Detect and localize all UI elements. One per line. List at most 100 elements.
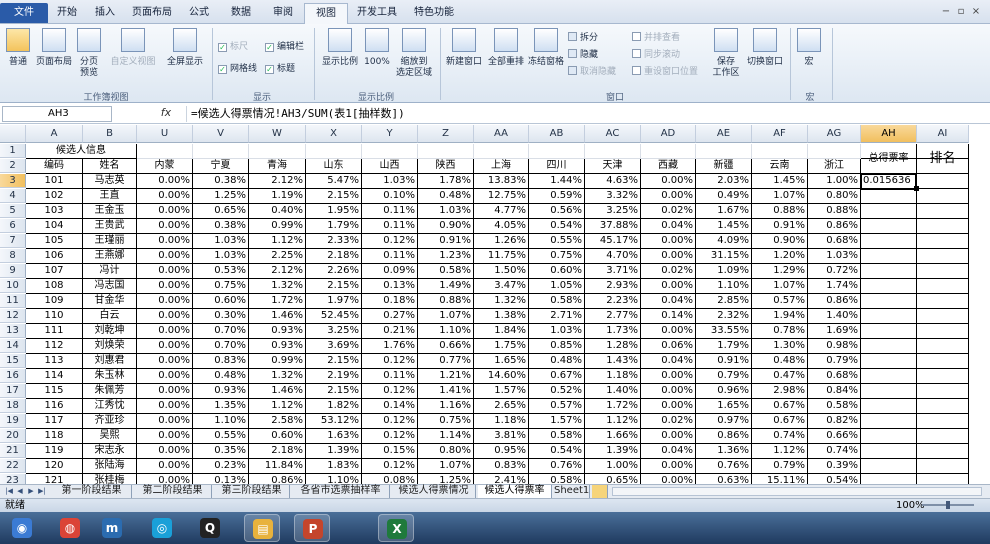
data-cell[interactable]: 1.29% [752,264,808,279]
data-cell[interactable]: 0.11% [362,204,418,219]
data-cell[interactable]: 0.00% [137,219,193,234]
data-cell[interactable]: 冯计 [83,264,137,279]
data-cell[interactable]: 3.25% [585,204,641,219]
data-cell[interactable]: 0.00% [137,309,193,324]
data-cell[interactable]: 2.85% [696,294,752,309]
rank-cell[interactable] [917,204,969,219]
data-cell[interactable]: 0.06% [641,339,696,354]
data-cell[interactable]: 1.26% [474,234,529,249]
data-cell[interactable]: 0.00% [641,249,696,264]
data-cell[interactable]: 1.45% [696,219,752,234]
data-cell[interactable]: 0.00% [137,339,193,354]
data-cell[interactable]: 0.76% [529,459,585,474]
col-header-Y[interactable]: Y [362,125,418,143]
data-cell[interactable]: 120 [26,459,83,474]
data-cell[interactable]: 1.18% [474,414,529,429]
data-cell[interactable]: 2.18% [249,444,306,459]
data-cell[interactable]: 1.72% [585,399,641,414]
col-header-AC[interactable]: AC [585,125,641,143]
header-cell[interactable]: 陕西 [418,159,474,174]
header-cell[interactable]: 四川 [529,159,585,174]
data-cell[interactable]: 1.57% [474,384,529,399]
data-cell[interactable]: 1.49% [418,279,474,294]
data-cell[interactable]: 0.54% [808,474,861,484]
data-cell[interactable]: 1.46% [249,309,306,324]
col-header-X[interactable]: X [306,125,362,143]
data-cell[interactable]: 4.09% [696,234,752,249]
data-cell[interactable]: 1.83% [306,459,362,474]
data-cell[interactable]: 0.93% [249,339,306,354]
data-cell[interactable]: 冯志国 [83,279,137,294]
data-cell[interactable]: 0.58% [418,264,474,279]
row-header[interactable]: 1 [0,144,26,158]
data-cell[interactable]: 0.09% [362,264,418,279]
data-cell[interactable]: 0.72% [808,264,861,279]
data-cell[interactable]: 0.54% [529,219,585,234]
data-cell[interactable]: 1.97% [306,294,362,309]
sheet-nav-prev-icon[interactable]: ◀ [15,486,25,497]
tab-1[interactable]: 开始 [50,3,84,24]
rank-cell[interactable] [917,384,969,399]
data-cell[interactable]: 116 [26,399,83,414]
data-cell[interactable]: 1.46% [249,384,306,399]
data-cell[interactable]: 0.82% [808,414,861,429]
data-cell[interactable]: 0.00% [641,369,696,384]
data-cell[interactable] [861,354,917,369]
sheet-tab-6[interactable]: Sheet1 [554,485,590,498]
col-header-AG[interactable]: AG [808,125,861,143]
sync-scroll-button[interactable]: 同步滚动 [632,49,680,61]
data-cell[interactable]: 1.32% [249,279,306,294]
data-cell[interactable]: 宋志永 [83,444,137,459]
sheet-nav-last-icon[interactable]: ▶| [37,486,47,497]
data-cell[interactable]: 0.58% [808,399,861,414]
data-cell[interactable]: 0.98% [808,339,861,354]
data-cell[interactable]: 0.23% [193,459,249,474]
data-cell[interactable]: 1.25% [418,474,474,484]
data-cell[interactable]: 甘金华 [83,294,137,309]
data-cell[interactable]: 1.76% [362,339,418,354]
data-cell[interactable]: 0.12% [362,459,418,474]
rank-cell[interactable] [917,399,969,414]
rank-cell[interactable] [917,369,969,384]
data-cell[interactable]: 0.65% [585,474,641,484]
data-cell[interactable]: 0.30% [193,309,249,324]
data-cell[interactable]: 0.75% [418,414,474,429]
data-cell[interactable]: 0.00% [137,264,193,279]
data-cell[interactable]: 2.65% [474,399,529,414]
row-header[interactable]: 15 [0,354,26,368]
header-cell[interactable]: 新疆 [696,159,752,174]
data-cell[interactable]: 0.91% [696,354,752,369]
data-cell[interactable]: 0.12% [362,354,418,369]
data-cell[interactable]: 王燕娜 [83,249,137,264]
data-cell[interactable] [861,309,917,324]
data-cell[interactable]: 0.99% [249,219,306,234]
data-cell[interactable]: 1.82% [306,399,362,414]
data-cell[interactable]: 0.58% [529,429,585,444]
data-cell[interactable]: 0.55% [529,234,585,249]
row-header[interactable]: 9 [0,264,26,278]
data-cell[interactable]: 15.11% [752,474,808,484]
data-cell[interactable]: 1.67% [696,204,752,219]
sheet-tab-2[interactable]: 第三阶段结果 [214,485,290,498]
data-cell[interactable]: 1.66% [585,429,641,444]
row-header[interactable]: 14 [0,339,26,353]
data-cell[interactable]: 刘焕荣 [83,339,137,354]
data-cell[interactable]: 1.72% [249,294,306,309]
tab-3[interactable]: 页面布局 [126,3,178,24]
rank-cell[interactable] [917,414,969,429]
data-cell[interactable]: 0.00% [641,399,696,414]
data-cell[interactable]: 0.96% [696,384,752,399]
tab-0[interactable]: 文件 [0,3,48,23]
data-cell[interactable]: 1.73% [585,324,641,339]
name-box[interactable]: AH3 [2,106,112,122]
horizontal-scrollbar[interactable] [612,487,982,496]
data-cell[interactable]: 1.10% [306,474,362,484]
unhide-button[interactable]: 取消隐藏 [568,66,616,78]
data-cell[interactable]: 1.20% [752,249,808,264]
cell[interactable] [529,144,585,159]
row-header[interactable]: 5 [0,204,26,218]
data-cell[interactable]: 刘乾坤 [83,324,137,339]
rank-cell[interactable] [917,309,969,324]
data-cell[interactable]: 0.86% [808,294,861,309]
sheet-nav-first-icon[interactable]: |◀ [4,486,14,497]
